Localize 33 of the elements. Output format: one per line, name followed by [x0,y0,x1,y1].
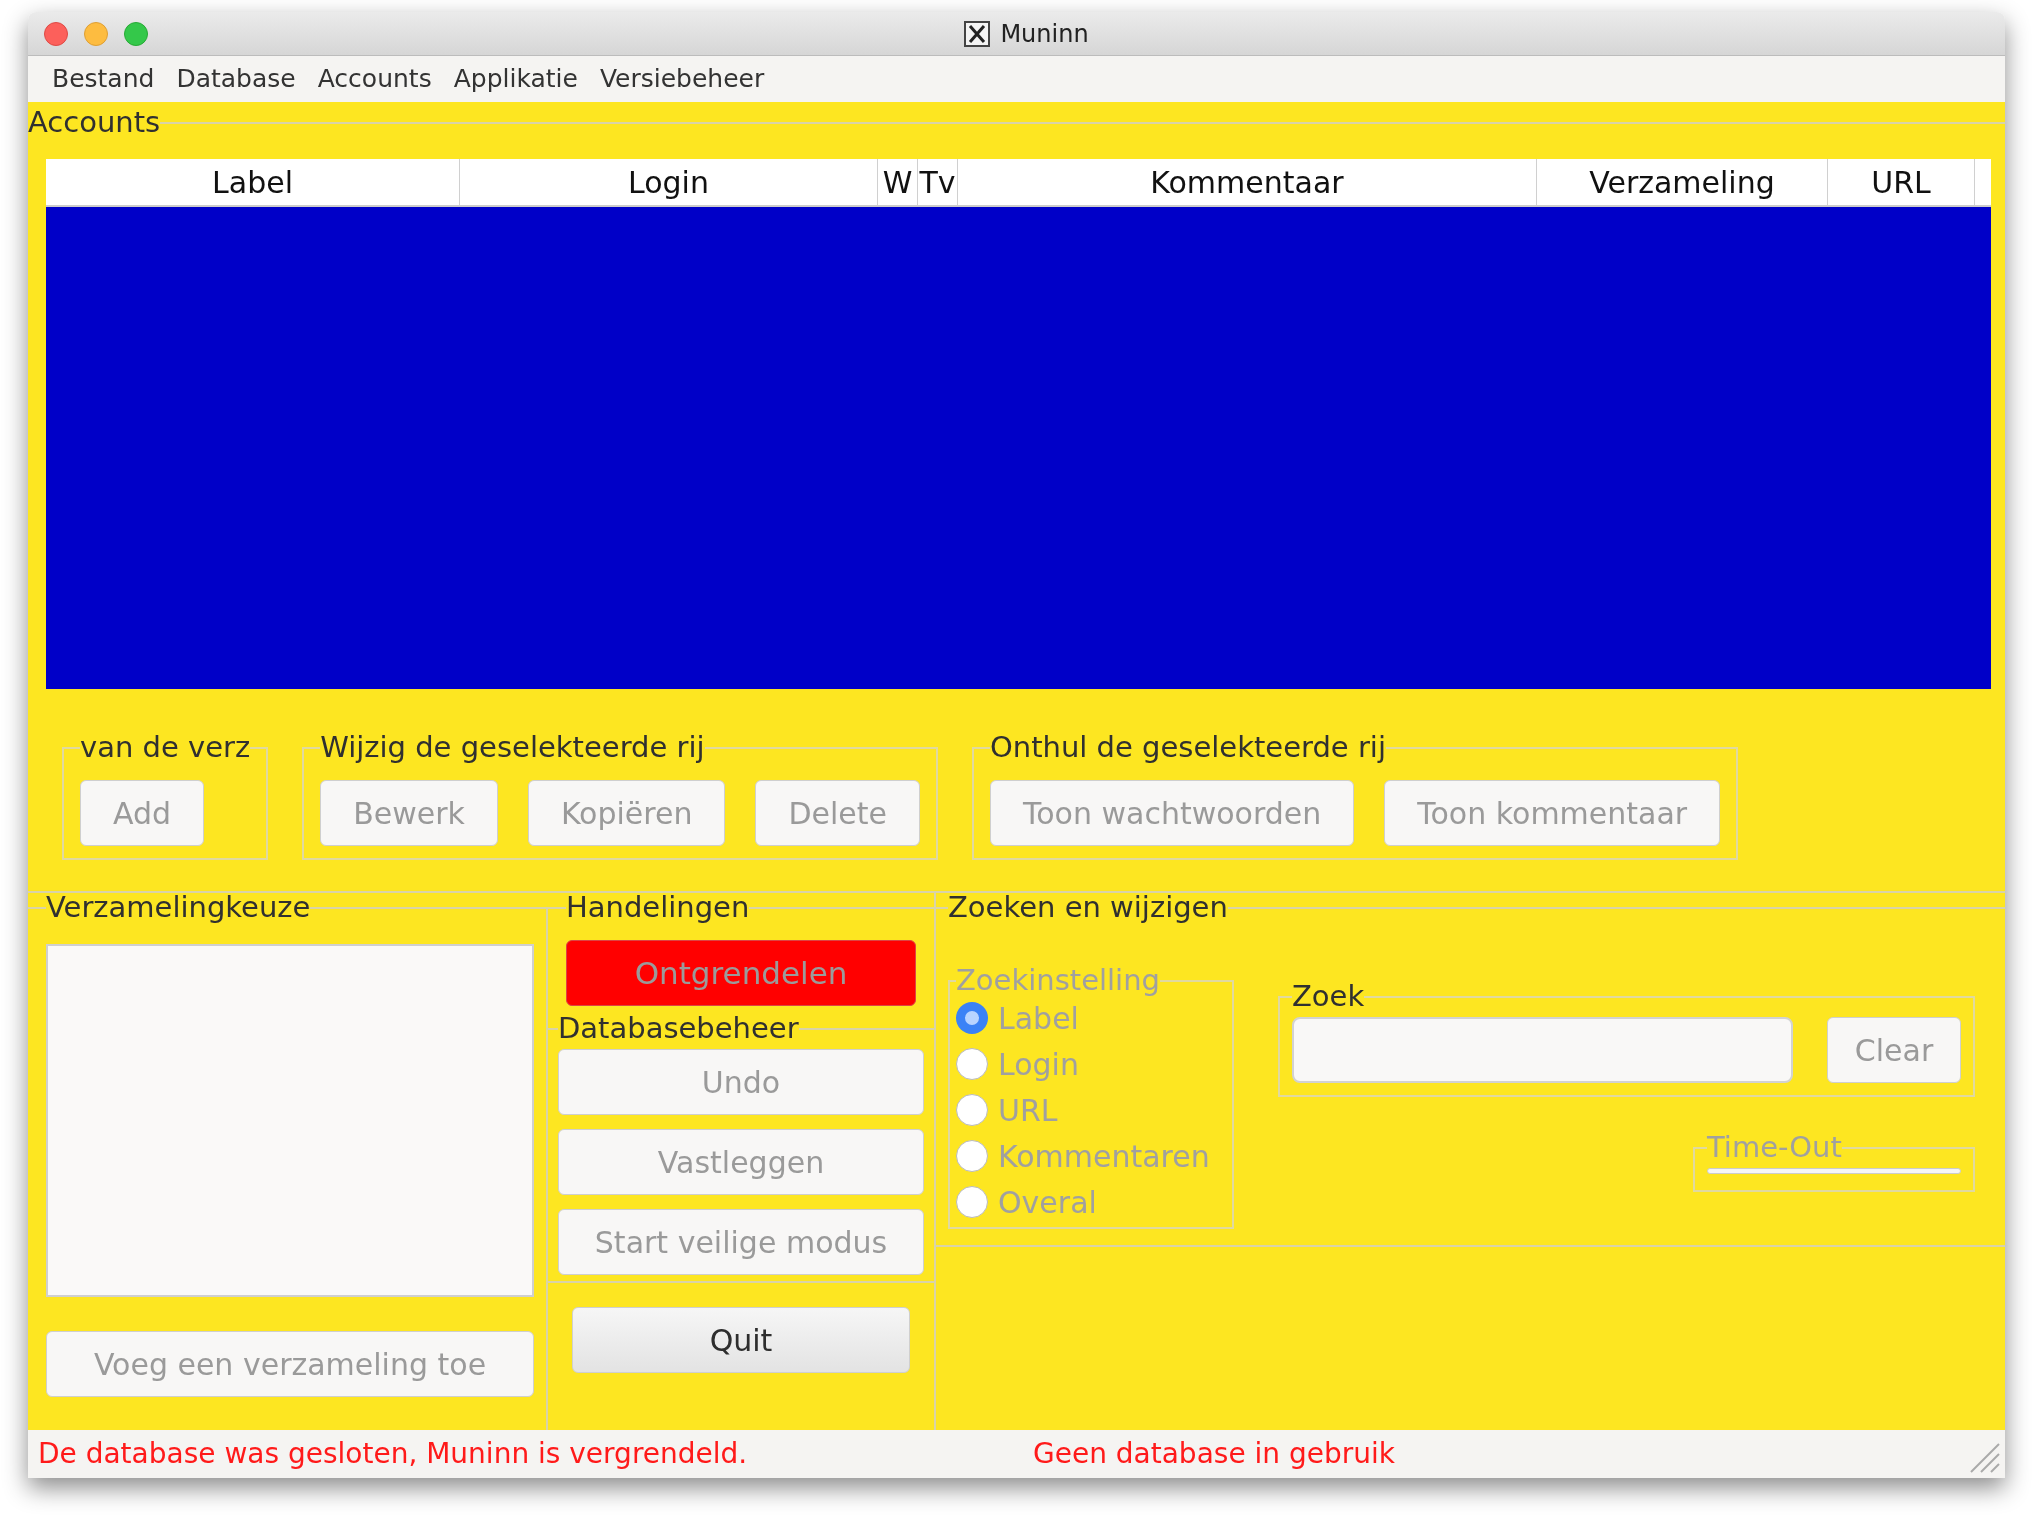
quit-button[interactable]: Quit [572,1307,910,1373]
close-icon[interactable] [44,21,68,46]
search-field[interactable] [1292,1017,1793,1083]
menu-item[interactable]: Accounts [309,60,440,98]
section-title: Accounts [28,108,161,137]
column-header[interactable]: Verzameling [1537,159,1828,205]
group-title: Onthul de geselekteerde rij [990,733,1386,762]
menu-item[interactable]: Database [168,60,304,98]
app-icon [964,20,991,47]
collection-list[interactable] [46,944,534,1297]
column-header[interactable]: Tv [918,159,958,205]
database-status: Geen database in gebruik [1033,1436,1395,1472]
menu-item[interactable]: Versiebeheer [591,60,773,98]
section-title: Handelingen [566,893,750,922]
group-title: Time-Out [1707,1133,1842,1162]
group-title: Wijzig de geselekteerde rij [320,733,705,762]
column-header[interactable]: Label [46,159,460,205]
maximize-icon[interactable] [124,21,148,46]
section-title: Databasebeheer [558,1014,799,1043]
section-title: Verzamelingkeuze [46,893,311,922]
column-header[interactable]: Login [460,159,878,205]
minimize-icon[interactable] [84,21,108,46]
status-message: De database was gesloten, Muninn is vergrendeld. [38,1436,749,1472]
group-title: Zoekinstelling [956,966,1160,995]
column-header[interactable]: URL [1828,159,1975,205]
group-title: van de verz [80,733,251,762]
menu-item[interactable]: Bestand [44,60,163,98]
group-title: Zoek [1292,982,1365,1011]
window-title: Muninn [1000,18,1089,50]
column-header[interactable]: W [878,159,918,205]
menu-item[interactable]: Applikatie [445,60,586,98]
column-header[interactable]: Kommentaar [958,159,1537,205]
section-title: Zoeken en wijzigen [948,893,1228,922]
